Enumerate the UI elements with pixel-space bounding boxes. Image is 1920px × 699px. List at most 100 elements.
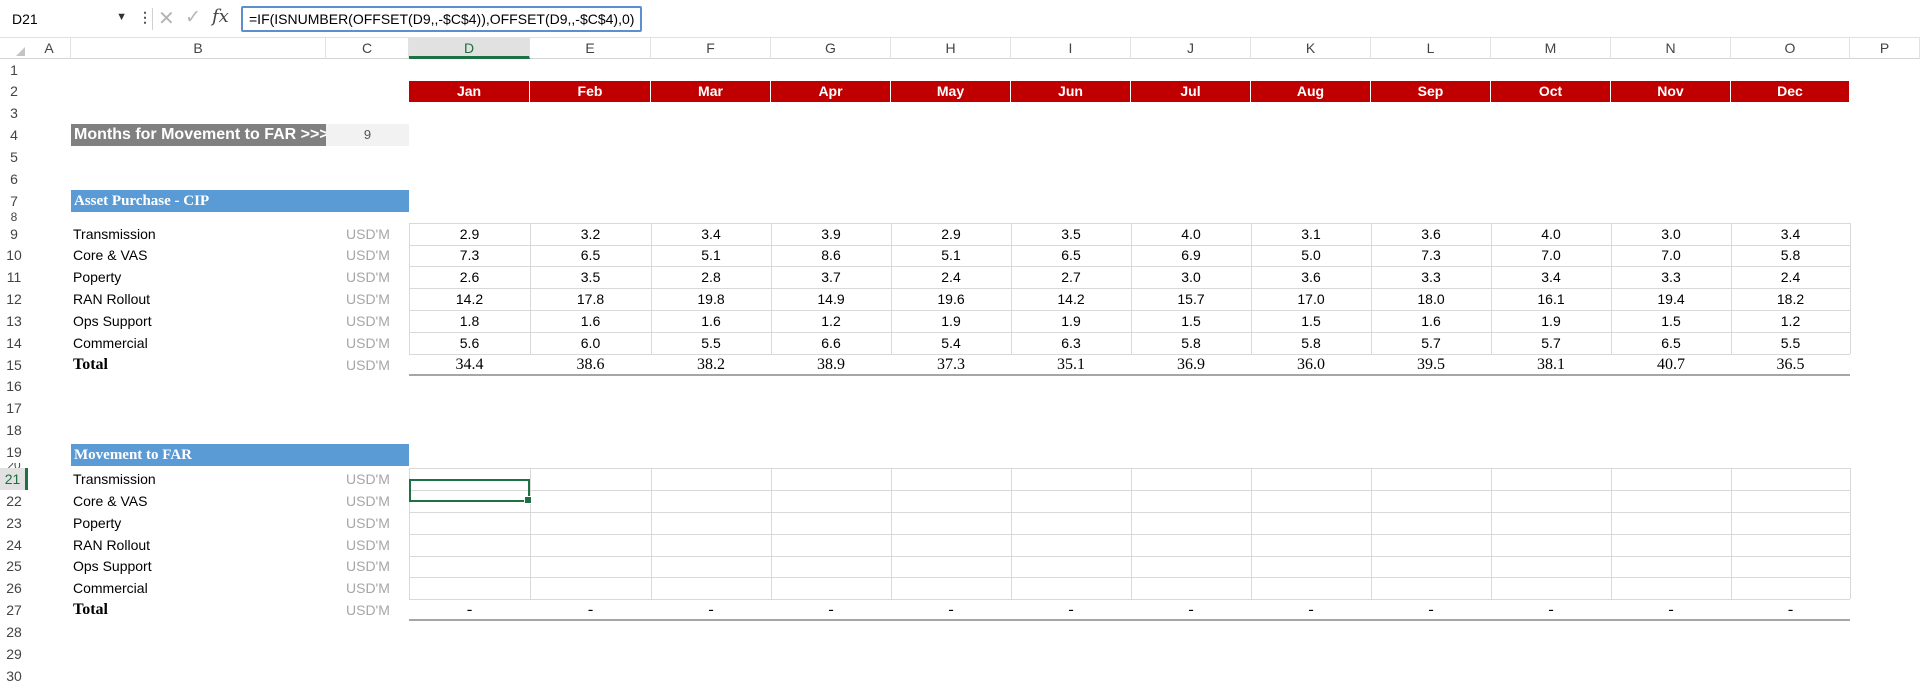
data-cell[interactable]: 19.4 — [1611, 288, 1731, 310]
total-cell[interactable]: - — [530, 599, 651, 621]
data-cell[interactable] — [651, 556, 771, 577]
data-cell[interactable] — [1251, 534, 1371, 556]
total-cell[interactable]: 38.9 — [771, 354, 891, 376]
data-cell[interactable]: 4.0 — [1491, 223, 1611, 245]
data-cell[interactable]: 3.0 — [1611, 223, 1731, 245]
data-cell[interactable] — [771, 490, 891, 512]
data-cell[interactable]: 1.8 — [409, 310, 530, 332]
total-cell[interactable]: 40.7 — [1611, 354, 1731, 376]
data-cell[interactable]: 2.7 — [1011, 266, 1131, 288]
data-cell[interactable] — [1011, 556, 1131, 577]
data-cell[interactable]: 5.1 — [651, 245, 771, 266]
row-header-25[interactable]: 25 — [0, 556, 28, 577]
row-header-26[interactable]: 26 — [0, 577, 28, 599]
row-header-18[interactable]: 18 — [0, 419, 28, 441]
data-cell[interactable] — [530, 577, 651, 599]
data-cell[interactable]: 2.8 — [651, 266, 771, 288]
row-header-30[interactable]: 30 — [0, 665, 28, 687]
data-cell[interactable]: 3.0 — [1131, 266, 1251, 288]
row-header-6[interactable]: 6 — [0, 168, 28, 190]
total-cell[interactable]: - — [771, 599, 891, 621]
column-header-m[interactable]: M — [1491, 38, 1611, 59]
data-cell[interactable] — [771, 468, 891, 490]
data-cell[interactable] — [1491, 556, 1611, 577]
data-cell[interactable]: 15.7 — [1131, 288, 1251, 310]
row-header-8[interactable]: 8 — [0, 212, 28, 223]
data-cell[interactable] — [651, 534, 771, 556]
data-cell[interactable] — [891, 556, 1011, 577]
data-cell[interactable]: 5.4 — [891, 332, 1011, 354]
data-cell[interactable]: 3.4 — [651, 223, 771, 245]
data-cell[interactable]: 5.8 — [1731, 245, 1850, 266]
total-cell[interactable]: - — [891, 599, 1011, 621]
data-cell[interactable]: 18.0 — [1371, 288, 1491, 310]
row-header-29[interactable]: 29 — [0, 643, 28, 665]
data-cell[interactable] — [891, 534, 1011, 556]
column-header-d[interactable]: D — [409, 38, 530, 59]
data-cell[interactable]: 5.8 — [1251, 332, 1371, 354]
column-header-l[interactable]: L — [1371, 38, 1491, 59]
name-box[interactable]: D21 ▼ — [6, 7, 132, 31]
data-cell[interactable]: 3.9 — [771, 223, 891, 245]
formula-input[interactable]: =IF(ISNUMBER(OFFSET(D9,,-$C$4)),OFFSET(D… — [241, 6, 642, 32]
data-cell[interactable]: 7.3 — [409, 245, 530, 266]
data-cell[interactable]: 5.5 — [651, 332, 771, 354]
row-header-19[interactable]: 19 — [0, 441, 28, 463]
data-cell[interactable]: 3.4 — [1491, 266, 1611, 288]
data-cell[interactable] — [409, 534, 530, 556]
data-cell[interactable] — [891, 468, 1011, 490]
data-cell[interactable] — [1251, 512, 1371, 534]
data-cell[interactable]: 18.2 — [1731, 288, 1850, 310]
data-cell[interactable]: 6.5 — [1011, 245, 1131, 266]
data-cell[interactable]: 1.2 — [1731, 310, 1850, 332]
total-cell[interactable]: - — [1251, 599, 1371, 621]
chevron-down-icon[interactable]: ▼ — [116, 11, 127, 23]
column-header-j[interactable]: J — [1131, 38, 1251, 59]
data-cell[interactable] — [651, 490, 771, 512]
data-cell[interactable] — [1491, 577, 1611, 599]
total-cell[interactable]: 36.9 — [1131, 354, 1251, 376]
column-header-p[interactable]: P — [1850, 38, 1920, 59]
data-cell[interactable] — [409, 512, 530, 534]
data-cell[interactable]: 3.1 — [1251, 223, 1371, 245]
row-header-1[interactable]: 1 — [0, 59, 28, 81]
data-cell[interactable] — [1011, 534, 1131, 556]
data-cell[interactable]: 1.2 — [771, 310, 891, 332]
data-cell[interactable] — [1131, 534, 1251, 556]
data-cell[interactable] — [1491, 490, 1611, 512]
data-cell[interactable]: 1.9 — [1011, 310, 1131, 332]
total-cell[interactable]: 35.1 — [1011, 354, 1131, 376]
row-header-15[interactable]: 15 — [0, 354, 28, 376]
total-cell[interactable]: 36.5 — [1731, 354, 1850, 376]
select-all-corner[interactable] — [0, 38, 28, 59]
data-cell[interactable] — [530, 556, 651, 577]
data-cell[interactable]: 3.6 — [1371, 223, 1491, 245]
data-cell[interactable] — [1731, 468, 1850, 490]
data-cell[interactable]: 2.4 — [1731, 266, 1850, 288]
data-cell[interactable]: 1.9 — [891, 310, 1011, 332]
data-cell[interactable]: 4.0 — [1131, 223, 1251, 245]
data-cell[interactable]: 3.2 — [530, 223, 651, 245]
data-cell[interactable]: 1.6 — [1371, 310, 1491, 332]
data-cell[interactable] — [1251, 556, 1371, 577]
data-cell[interactable] — [1731, 534, 1850, 556]
row-header-27[interactable]: 27 — [0, 599, 28, 621]
worksheet-grid[interactable]: Jan Feb Mar Apr May Jun Jul Aug Sep Oct Nov Dec Mont… — [28, 59, 1920, 699]
row-header-14[interactable]: 14 — [0, 332, 28, 354]
row-header-2[interactable]: 2 — [0, 81, 28, 102]
column-header-e[interactable]: E — [530, 38, 651, 59]
data-cell[interactable]: 3.7 — [771, 266, 891, 288]
data-cell[interactable] — [1611, 512, 1731, 534]
data-cell[interactable]: 5.0 — [1251, 245, 1371, 266]
data-cell[interactable] — [1491, 468, 1611, 490]
data-cell[interactable]: 3.5 — [530, 266, 651, 288]
data-cell[interactable] — [1131, 556, 1251, 577]
row-header-4[interactable]: 4 — [0, 124, 28, 146]
data-cell[interactable] — [891, 512, 1011, 534]
data-cell[interactable] — [1371, 468, 1491, 490]
column-header-k[interactable]: K — [1251, 38, 1371, 59]
data-cell[interactable] — [409, 577, 530, 599]
data-cell[interactable]: 16.1 — [1491, 288, 1611, 310]
data-cell[interactable]: 14.2 — [409, 288, 530, 310]
data-cell[interactable]: 17.8 — [530, 288, 651, 310]
